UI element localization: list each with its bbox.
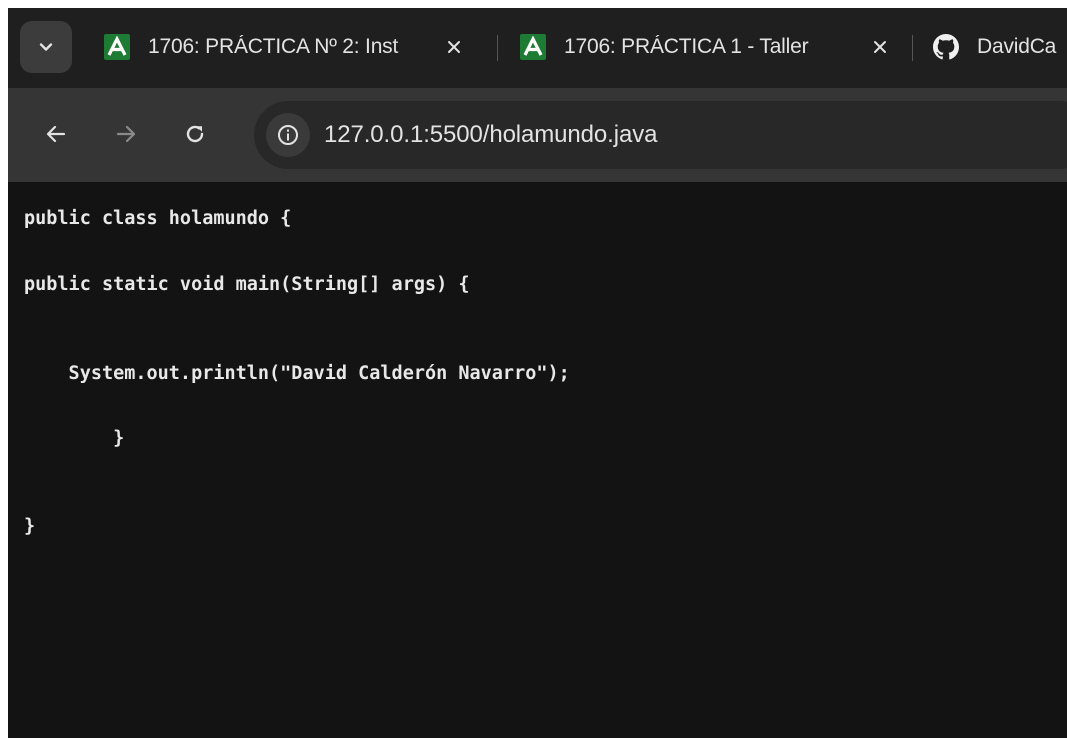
code-line: public class holamundo { [24, 208, 292, 229]
address-bar[interactable]: 127.0.0.1:5500/holamundo.java [254, 101, 1067, 169]
moodle-a-icon [104, 34, 130, 60]
close-icon [448, 41, 460, 53]
chevron-down-icon [39, 43, 53, 51]
tab-title: DavidCa [977, 35, 1057, 58]
url-text: 127.0.0.1:5500/holamundo.java [324, 121, 658, 148]
tab-close-button[interactable] [440, 33, 468, 61]
browser-window: 1706: PRÁCTICA Nº 2: Inst 1706: PRÁCTICA… [8, 8, 1067, 738]
close-icon [874, 41, 886, 53]
moodle-a-icon [520, 34, 546, 60]
reload-button[interactable] [173, 112, 217, 156]
back-button[interactable] [34, 112, 78, 156]
tab-separator [497, 35, 498, 61]
info-icon [278, 125, 298, 145]
tab-search-button[interactable] [20, 21, 72, 73]
code-line: public static void main(String[] args) { [24, 274, 470, 295]
code-line: } [24, 428, 125, 449]
site-info-button[interactable] [266, 113, 310, 157]
back-arrow-icon [46, 125, 66, 143]
java-source-text: public class holamundo { public static v… [24, 204, 570, 537]
toolbar: 127.0.0.1:5500/holamundo.java [8, 88, 1067, 182]
tab-title: 1706: PRÁCTICA 1 - Taller [564, 35, 856, 59]
tab-practica-2[interactable]: 1706: PRÁCTICA Nº 2: Inst [104, 20, 468, 74]
tab-title: 1706: PRÁCTICA Nº 2: Inst [148, 35, 430, 59]
code-line: System.out.println("David Calderón Navar… [24, 363, 570, 384]
tab-github[interactable]: DavidCa [933, 20, 1067, 74]
tab-separator [912, 35, 913, 61]
tab-close-button[interactable] [866, 33, 894, 61]
forward-arrow-icon [116, 125, 136, 143]
github-icon [933, 34, 959, 60]
tab-strip: 1706: PRÁCTICA Nº 2: Inst 1706: PRÁCTICA… [8, 8, 1067, 88]
code-line: } [24, 516, 36, 537]
forward-button[interactable] [104, 112, 148, 156]
reload-icon [186, 125, 204, 143]
tab-practica-1[interactable]: 1706: PRÁCTICA 1 - Taller [520, 20, 894, 74]
page-content: public class holamundo { public static v… [8, 182, 1067, 738]
